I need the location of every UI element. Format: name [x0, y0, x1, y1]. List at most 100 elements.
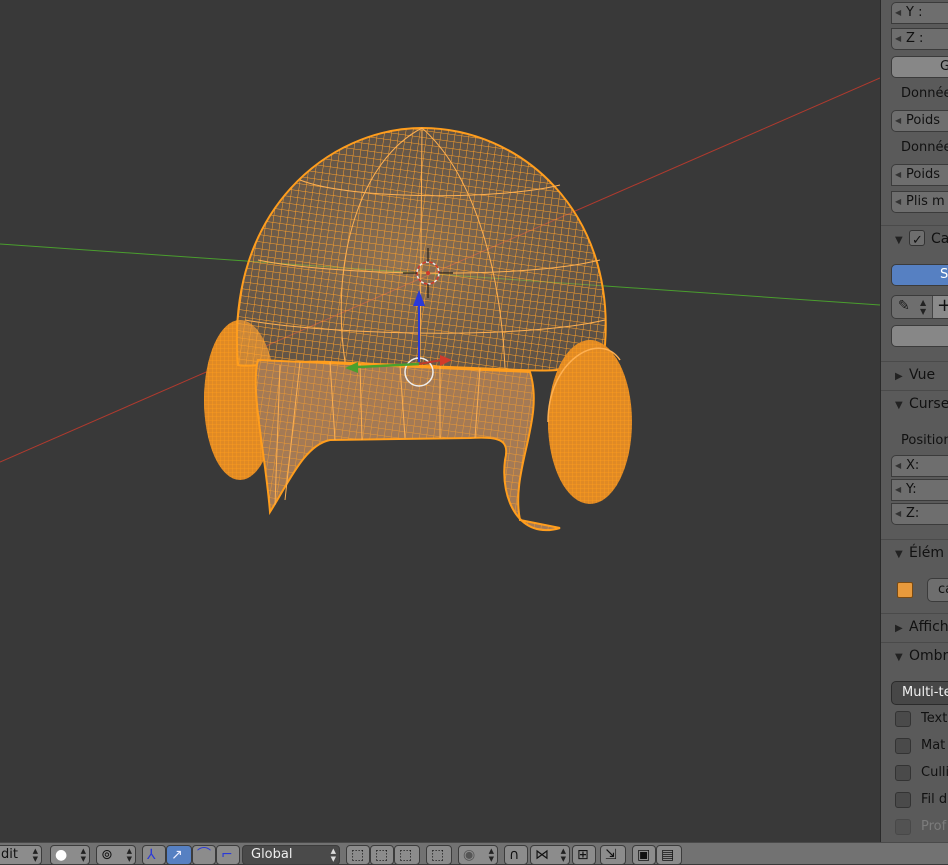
pivot-icon: ⊚: [101, 847, 113, 863]
textured-solid-checkbox[interactable]: [895, 711, 911, 727]
viewport-shading-select[interactable]: ● ▲ ▼: [50, 845, 90, 865]
add-icon[interactable]: +: [932, 296, 948, 318]
snap-increment-icon: ⋈: [535, 847, 549, 863]
data-label-1: Donnée: [901, 86, 948, 101]
face-cube-icon: ⬚: [399, 847, 413, 863]
rotate-arc-icon: ⌒: [197, 847, 211, 863]
expand-triangle-icon[interactable]: ▶: [895, 364, 909, 390]
render-opengl-button[interactable]: ▣: [632, 845, 656, 865]
mirror-button[interactable]: ⇲: [600, 845, 626, 865]
decrement-arrow-icon[interactable]: ◀: [895, 111, 901, 131]
decrement-arrow-icon[interactable]: ◀: [895, 29, 901, 49]
collapse-triangle-icon[interactable]: ▼: [895, 542, 909, 568]
matcap-label: Mat: [921, 738, 946, 753]
blue-toggle-button[interactable]: Se: [891, 264, 948, 286]
decrement-arrow-icon[interactable]: ◀: [895, 192, 901, 212]
rotate-manipulator-button[interactable]: ⌒: [192, 845, 216, 865]
magnet-icon: ∩: [509, 847, 520, 863]
updown-arrow-icon: ▲ ▼: [330, 847, 336, 863]
panel-header-view[interactable]: ▶ Vue: [881, 361, 948, 387]
empty-button[interactable]: [891, 325, 948, 347]
updown-arrow-icon: ▲ ▼: [32, 847, 38, 863]
right-earcup-mesh: [547, 340, 632, 504]
textured-solid-label: Text: [921, 711, 948, 726]
snap-toggle-button[interactable]: ∩: [504, 845, 528, 865]
wireframe-checkbox[interactable]: [895, 792, 911, 808]
panel-header-item[interactable]: ▼ Élém: [881, 539, 948, 565]
decrement-arrow-icon[interactable]: ◀: [895, 165, 901, 185]
data-label-2: Donnée: [901, 140, 948, 155]
snap-element-select[interactable]: ⋈ ▲ ▼: [530, 845, 570, 865]
position-label: Position: [901, 433, 948, 448]
g-button[interactable]: G: [891, 56, 948, 78]
shading-mode-select[interactable]: Multi-te: [891, 681, 948, 705]
camera-icon: ▣: [637, 847, 651, 863]
transform-orientation-select[interactable]: Global ▲ ▼: [242, 845, 340, 865]
proportional-circle-icon: ◉: [463, 847, 476, 863]
weight-field-2[interactable]: ◀ Poids: [891, 164, 948, 186]
mirror-icon: ⇲: [605, 847, 617, 863]
vertex-cube-icon: ⬚: [351, 847, 365, 863]
render-animation-button[interactable]: ▤: [656, 845, 682, 865]
decrement-arrow-icon[interactable]: ◀: [895, 504, 901, 524]
decrement-arrow-icon[interactable]: ◀: [895, 480, 901, 500]
object-cube-icon: [897, 582, 913, 598]
updown-arrow-icon[interactable]: ▲ ▼: [920, 298, 926, 316]
viewport-canvas[interactable]: [0, 0, 880, 842]
depth-of-field-label: Prof: [921, 819, 947, 834]
vertex-select-mode-button[interactable]: ⬚: [346, 845, 370, 865]
enable-checkbox[interactable]: [909, 228, 925, 254]
updown-arrow-icon: ▲ ▼: [560, 847, 566, 863]
clapperboard-icon: ▤: [661, 847, 675, 863]
updown-arrow-icon: ▲ ▼: [80, 847, 86, 863]
limit-selection-button[interactable]: ⬚: [426, 845, 452, 865]
3d-viewport[interactable]: [0, 0, 880, 842]
panel-header-shading[interactable]: ▼ Ombr: [881, 642, 948, 668]
updown-arrow-icon: ▲ ▼: [488, 847, 494, 863]
updown-arrow-icon: ▲ ▼: [126, 847, 132, 863]
panel-header-ca[interactable]: ▼Ca: [881, 225, 948, 254]
panel-header-cursor[interactable]: ▼ Curse: [881, 390, 948, 416]
collapse-triangle-icon[interactable]: ▼: [895, 393, 909, 419]
collapse-triangle-icon[interactable]: ▼: [895, 228, 909, 254]
crease-field[interactable]: ◀ Plis m: [891, 191, 948, 213]
cursor-y-field[interactable]: ◀ Y:: [891, 479, 948, 501]
snap-target-button[interactable]: ⊞: [572, 845, 596, 865]
snap-target-icon: ⊞: [577, 847, 589, 863]
face-select-mode-button[interactable]: ⬚: [394, 845, 420, 865]
y-coordinate-field[interactable]: ◀ Y :: [891, 2, 948, 24]
weight-field-1[interactable]: ◀ Poids: [891, 110, 948, 132]
proportional-editing-select[interactable]: ◉ ▲ ▼: [458, 845, 498, 865]
arrow-icon: ↗: [171, 847, 183, 863]
depth-of-field-checkbox: [895, 819, 911, 835]
viewport-header-bar: dit ▲ ▼ ● ▲ ▼ ⊚ ▲ ▼ ⅄ ↗ ⌒ ⌐ Global ▲ ▼ ⬚ ⬚ ⬚ ⬚ ◉…: [0, 842, 948, 865]
translate-manipulator-button[interactable]: ↗: [166, 845, 192, 865]
helmet-lower-shell-mesh: [254, 358, 561, 531]
decrement-arrow-icon[interactable]: ◀: [895, 3, 901, 23]
expand-triangle-icon[interactable]: ▶: [895, 616, 909, 642]
matcap-checkbox[interactable]: [895, 738, 911, 754]
mode-select[interactable]: dit ▲ ▼: [0, 845, 42, 865]
z-coordinate-field[interactable]: ◀ Z :: [891, 28, 948, 50]
panel-header-display[interactable]: ▶ Affich: [881, 613, 948, 639]
pivot-point-select[interactable]: ⊚ ▲ ▼: [96, 845, 136, 865]
edge-select-mode-button[interactable]: ⬚: [370, 845, 394, 865]
wireframe-label: Fil d: [921, 792, 948, 807]
solid-sphere-icon: ●: [55, 847, 68, 863]
collapse-triangle-icon[interactable]: ▼: [895, 645, 909, 671]
edge-cube-icon: ⬚: [375, 847, 389, 863]
pencil-icon[interactable]: ✎: [898, 298, 910, 314]
manipulator-toggle[interactable]: ⅄: [142, 845, 166, 865]
cursor-z-field[interactable]: ◀ Z:: [891, 503, 948, 525]
backface-culling-label: Culli: [921, 765, 948, 780]
manipulator-axes-icon: ⅄: [147, 847, 156, 863]
helmet-dome-mesh: [235, 126, 607, 372]
limit-selection-icon: ⬚: [431, 847, 445, 863]
backface-culling-checkbox[interactable]: [895, 765, 911, 781]
tool-row[interactable]: ✎ ▲▼ +: [891, 295, 948, 319]
properties-n-panel[interactable]: ◀Y : ◀Z : G Donnée ◀Poids Donnée ◀Poids …: [880, 0, 948, 842]
cursor-x-field[interactable]: ◀ X:: [891, 455, 948, 477]
object-name-field[interactable]: ca: [927, 578, 948, 602]
decrement-arrow-icon[interactable]: ◀: [895, 456, 901, 476]
scale-manipulator-button[interactable]: ⌐: [216, 845, 240, 865]
